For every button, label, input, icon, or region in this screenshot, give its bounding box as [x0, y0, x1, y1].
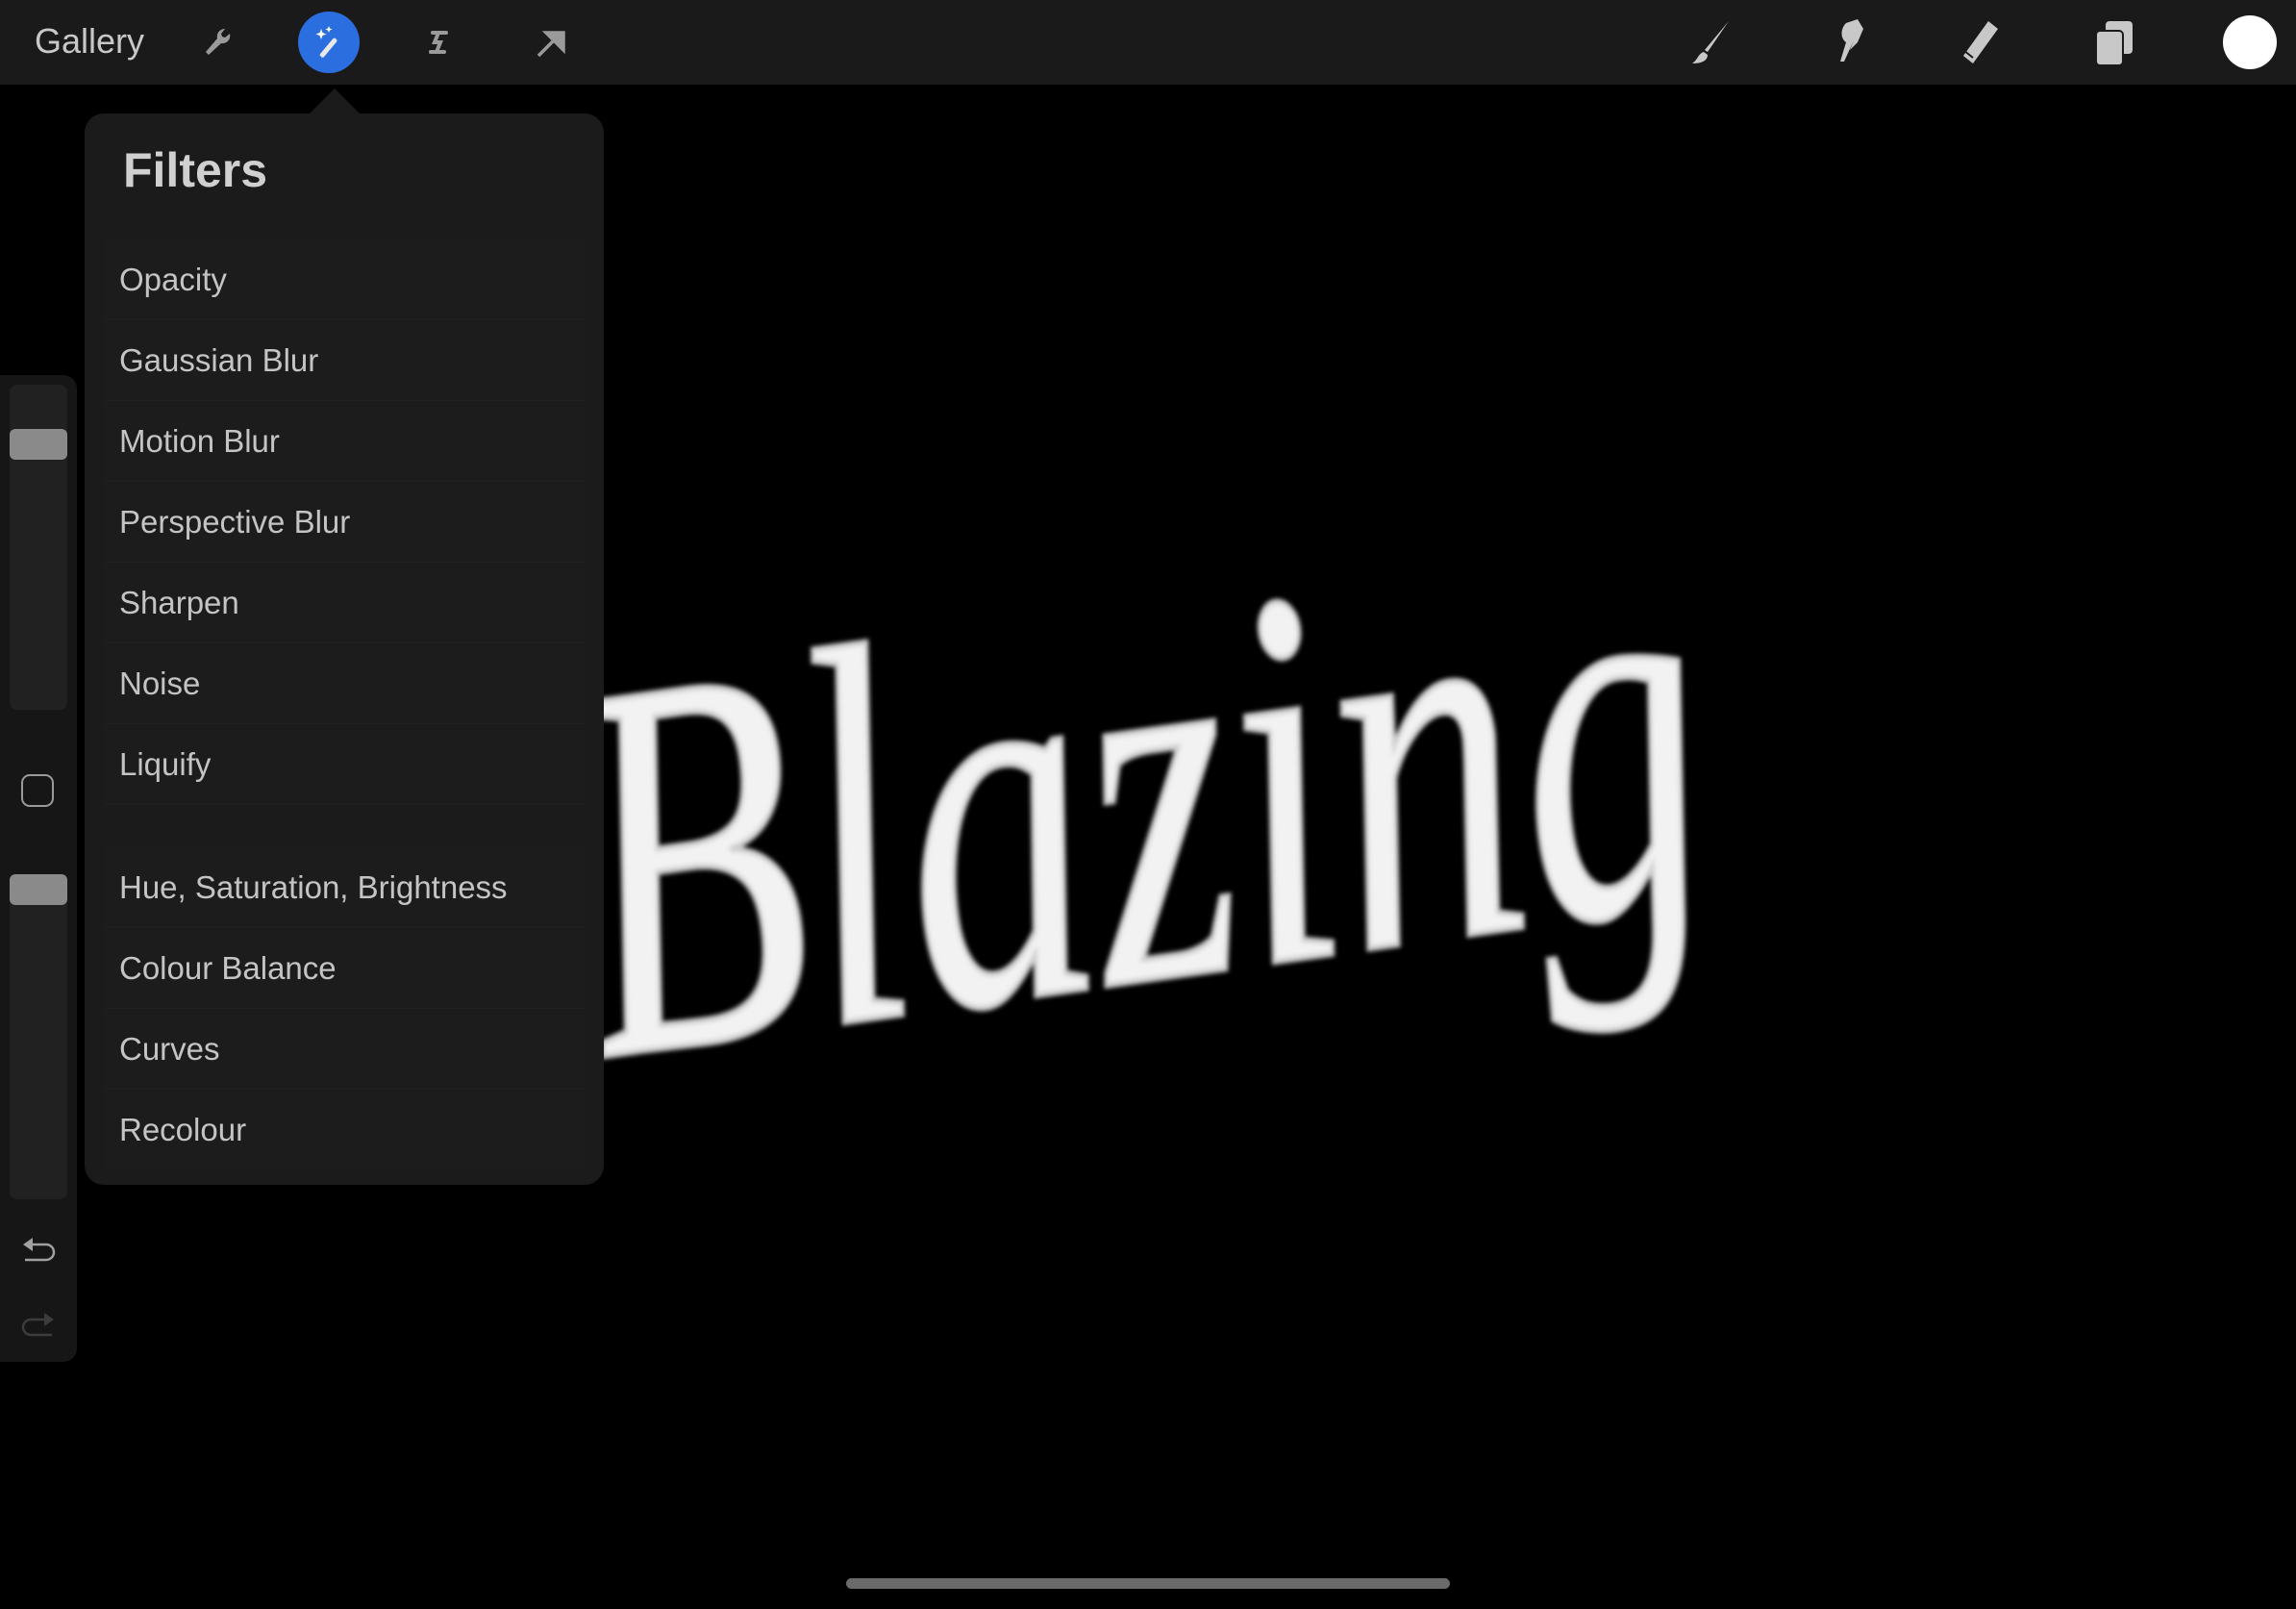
filter-item-sharpen[interactable]: Sharpen — [104, 564, 585, 643]
filter-label: Curves — [119, 1031, 220, 1067]
brush-size-thumb[interactable] — [10, 429, 67, 460]
artwork-lettering: Blazing — [534, 424, 1740, 1173]
smudge-button[interactable] — [1817, 13, 1875, 71]
adjustments-button[interactable] — [298, 12, 360, 73]
filter-item-opacity[interactable]: Opacity — [104, 240, 585, 320]
filter-item-colour-balance[interactable]: Colour Balance — [104, 929, 585, 1009]
redo-icon[interactable] — [17, 1308, 60, 1343]
brush-icon — [1692, 21, 1729, 63]
top-toolbar: Gallery — [0, 0, 2296, 85]
modify-button[interactable] — [21, 774, 54, 807]
filter-label: Liquify — [119, 746, 212, 782]
home-indicator[interactable] — [846, 1578, 1450, 1589]
gallery-button[interactable]: Gallery — [35, 21, 144, 62]
filter-item-liquify[interactable]: Liquify — [104, 725, 585, 805]
brush-button[interactable] — [1683, 13, 1740, 71]
transform-button[interactable] — [519, 12, 581, 73]
filter-label: Motion Blur — [119, 423, 280, 459]
left-sidebar — [0, 375, 77, 1362]
filter-label: Opacity — [119, 262, 227, 297]
magic-wand-icon — [315, 26, 337, 58]
eraser-button[interactable] — [1952, 13, 2009, 71]
filter-item-curves[interactable]: Curves — [104, 1010, 585, 1090]
filters-popover: Filters Opacity Gaussian Blur Motion Blu… — [85, 113, 604, 1185]
filter-item-perspective-blur[interactable]: Perspective Blur — [104, 483, 585, 563]
filter-item-motion-blur[interactable]: Motion Blur — [104, 402, 585, 482]
color-picker-button[interactable] — [2223, 15, 2277, 69]
filter-item-gaussian-blur[interactable]: Gaussian Blur — [104, 321, 585, 401]
filter-label: Colour Balance — [119, 950, 337, 986]
selection-icon — [429, 31, 448, 54]
smudge-icon — [1840, 19, 1863, 62]
popover-title: Filters — [123, 143, 268, 197]
brush-size-slider[interactable] — [10, 385, 67, 710]
transform-arrow-icon — [537, 31, 565, 58]
opacity-slider[interactable] — [10, 874, 67, 1199]
undo-icon[interactable] — [17, 1233, 60, 1268]
eraser-icon — [1962, 21, 1998, 63]
actions-button[interactable] — [187, 12, 248, 73]
filter-label: Noise — [119, 666, 201, 701]
filter-label: Recolour — [119, 1112, 247, 1147]
filter-label: Hue, Saturation, Brightness — [119, 869, 508, 905]
selection-button[interactable] — [408, 12, 469, 73]
filter-label: Gaussian Blur — [119, 342, 319, 378]
filter-item-recolour[interactable]: Recolour — [104, 1091, 585, 1169]
filter-label: Perspective Blur — [119, 504, 351, 540]
opacity-thumb[interactable] — [10, 874, 67, 905]
filter-item-hue-saturation-brightness[interactable]: Hue, Saturation, Brightness — [104, 848, 585, 928]
filter-label: Sharpen — [119, 585, 239, 620]
filter-item-noise[interactable]: Noise — [104, 644, 585, 724]
popover-arrow — [308, 88, 362, 115]
wrench-icon — [206, 28, 231, 55]
layers-icon — [2095, 21, 2133, 66]
layers-button[interactable] — [2086, 13, 2144, 71]
